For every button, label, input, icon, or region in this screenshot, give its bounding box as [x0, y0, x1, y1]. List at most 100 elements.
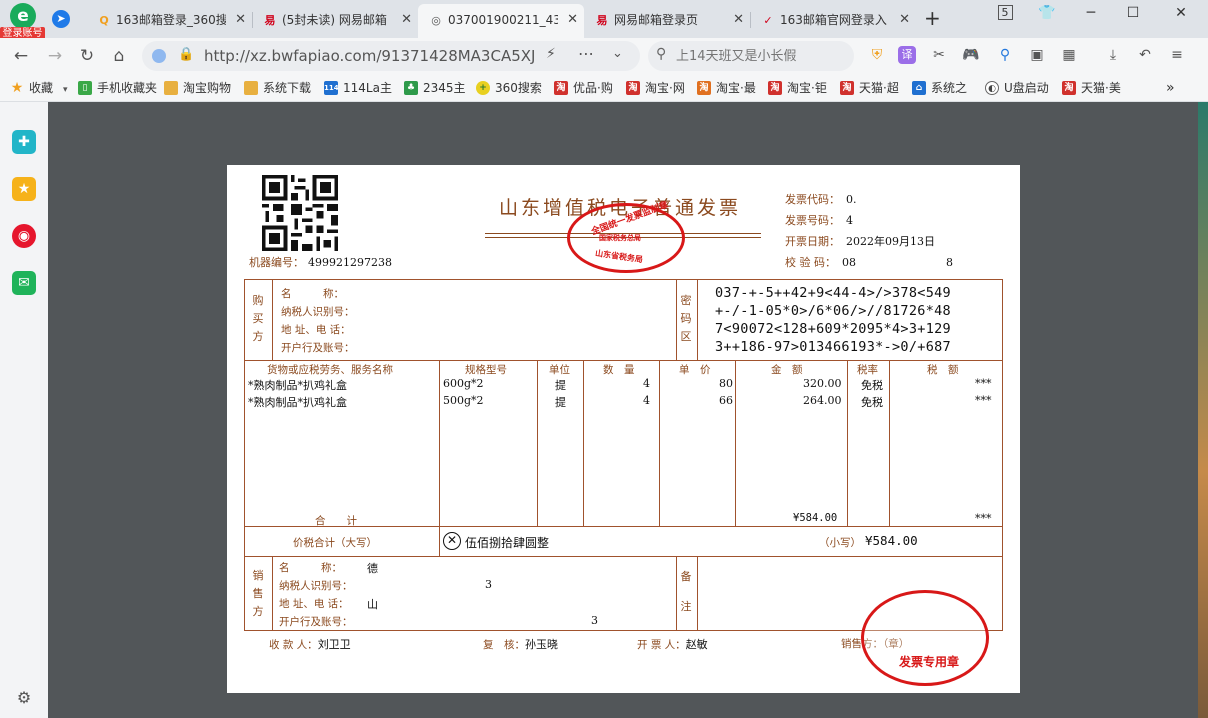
menu-icon[interactable]: ≡	[1166, 44, 1188, 66]
bookmark-item[interactable]: ▯ 手机收藏夹	[78, 79, 157, 97]
bookmark-overflow-button[interactable]: »	[1166, 79, 1175, 97]
address-bar[interactable]: 🔒 http://xz.bwfapiao.com/91371428MA3CA5X…	[142, 41, 640, 71]
window-close-button[interactable]: ✕	[1166, 2, 1196, 24]
game-icon[interactable]: 🎮	[960, 44, 982, 66]
tab-163-official[interactable]: ✓ 163邮箱官网登录入 ✕	[750, 4, 916, 38]
bookmark-item[interactable]: 淘天猫·美	[1062, 79, 1121, 97]
bookmark-item[interactable]: ♣ 2345主	[404, 79, 466, 97]
buyer-address-label: 地 址、电 话：	[281, 324, 351, 336]
bookmark-item[interactable]: 淘宝购物	[164, 79, 231, 97]
issuer-label: 开 票 人：	[637, 639, 686, 651]
bookmark-item[interactable]: ⌂ 系统之	[912, 79, 967, 97]
undo-icon[interactable]: ↶	[1134, 44, 1156, 66]
bookmark-item[interactable]: ★ 收藏 ▾	[10, 79, 68, 97]
meta-label: 发票号码：	[785, 214, 840, 227]
minimize-button[interactable]: ─	[1076, 2, 1106, 24]
forward-button[interactable]: →	[42, 44, 68, 68]
search-360-icon: Q	[99, 14, 109, 27]
bookmark-label: 收藏	[29, 81, 54, 95]
bookmark-item[interactable]: 114 114La主	[324, 79, 392, 97]
bookmark-item[interactable]: ◐ U盘启动	[985, 79, 1049, 97]
tax-seal-mid-text: 国家税务总局	[599, 234, 641, 242]
tab-netease-unread[interactable]: 易 (5封未读) 网易邮箱 ✕	[252, 4, 418, 38]
netease-icon: 易	[264, 14, 276, 27]
browser-logo[interactable]: e 登录账号	[0, 0, 48, 41]
remark-vlabel: 备	[680, 570, 692, 583]
translate-icon[interactable]: 译	[898, 46, 916, 64]
divider	[676, 556, 677, 631]
bookmark-label: 360搜索	[495, 81, 542, 95]
bookmark-item[interactable]: 淘天猫·超	[840, 79, 899, 97]
col-header-qty: 数 量	[603, 364, 635, 376]
taobao-icon: 淘	[626, 81, 640, 95]
plus-app-icon[interactable]: ✚	[12, 130, 36, 154]
tab-163-360[interactable]: Q 163邮箱登录_360搜 ✕	[86, 4, 252, 38]
bookmark-label: 手机收藏夹	[97, 81, 158, 95]
send-arrow-icon[interactable]: ➤	[52, 10, 70, 28]
bookmark-item[interactable]: 淘淘宝·网	[626, 79, 685, 97]
bookmark-label: 天猫·超	[859, 81, 899, 95]
close-icon[interactable]: ✕	[567, 4, 578, 36]
chevron-down-icon[interactable]: ▾	[63, 85, 68, 95]
chevron-down-icon[interactable]: ⌄	[612, 46, 623, 61]
tab-invoice-active[interactable]: ◎ 037001900211_43 ✕	[418, 4, 584, 38]
url-prefix: http://	[204, 47, 250, 65]
search-input[interactable]	[676, 46, 846, 66]
reload-button[interactable]: ↻	[74, 44, 100, 68]
globe-icon: ◎	[431, 14, 441, 27]
settings-gear-icon[interactable]: ⚙	[12, 686, 36, 710]
scissors-icon[interactable]: ✂	[928, 44, 950, 66]
bookmark-label: 2345主	[423, 81, 466, 95]
bookmark-item[interactable]: 淘淘宝·最	[697, 79, 756, 97]
tab-count-button[interactable]: 5	[990, 2, 1020, 24]
taobao-icon: 淘	[554, 81, 568, 95]
favorite-star-icon[interactable]: ★	[12, 177, 36, 201]
more-icon[interactable]: ⋯	[578, 44, 594, 63]
item-unit: 提	[555, 396, 566, 409]
download-icon[interactable]: ⤓	[1102, 44, 1124, 66]
new-tab-button[interactable]: +	[924, 6, 941, 30]
seal-text: 发票专用章	[899, 655, 960, 669]
maximize-button[interactable]: ☐	[1118, 2, 1148, 24]
bookmark-item[interactable]: +360搜索	[476, 79, 542, 97]
close-icon[interactable]: ✕	[733, 4, 744, 36]
skin-shirt-icon[interactable]: 👕	[1032, 2, 1062, 24]
bookmark-item[interactable]: 淘淘宝·钜	[768, 79, 827, 97]
col-header-amount: 金 额	[771, 364, 803, 376]
close-icon[interactable]: ✕	[235, 4, 246, 36]
bookmark-item[interactable]: 淘优品·购	[554, 79, 613, 97]
check-code-value: 08	[842, 256, 856, 269]
lightning-icon[interactable]: ⚡	[546, 46, 556, 62]
site-info-icon[interactable]	[152, 49, 166, 63]
back-button[interactable]: ←	[8, 44, 34, 68]
weibo-icon[interactable]: ◉	[12, 224, 36, 248]
home-button[interactable]: ⌂	[106, 44, 132, 68]
remark-vlabel: 注	[680, 600, 692, 613]
url-text[interactable]: http://xz.bwfapiao.com/91371428MA3CA5XJ7…	[204, 41, 534, 71]
shield-icon[interactable]: ⛨	[866, 44, 888, 66]
tmall-icon: 淘	[840, 81, 854, 95]
apps-grid-icon[interactable]: ▦	[1058, 44, 1080, 66]
close-icon[interactable]: ✕	[899, 4, 910, 36]
payee-value: 刘卫卫	[317, 638, 351, 651]
bookmark-label: 淘宝·网	[645, 81, 685, 95]
magnifier-icon[interactable]: ⚲	[994, 44, 1016, 66]
bookmark-label: 优品·购	[573, 81, 613, 95]
reviewer: 复 核：孙玉晓	[483, 636, 558, 652]
star-icon: ★	[10, 80, 24, 96]
insecure-lock-icon[interactable]: 🔒	[178, 47, 194, 62]
bookmark-label: 系统之	[931, 81, 968, 95]
sidebar-panel-icon[interactable]: ▣	[1026, 44, 1048, 66]
machine-no-value: 499921297238	[308, 256, 392, 269]
bookmark-label: 淘宝·钜	[787, 81, 827, 95]
search-box[interactable]: ⚲	[648, 41, 854, 71]
item-amount: 264.00	[803, 394, 842, 407]
close-icon[interactable]: ✕	[401, 4, 412, 36]
mail-icon[interactable]: ✉	[12, 271, 36, 295]
cipher-line: 037-+-5++42+9<44-4>/>378<549	[715, 285, 951, 301]
bookmark-item[interactable]: 系统下载	[244, 79, 311, 97]
tab-netease-login[interactable]: 易 网易邮箱登录页 ✕	[584, 4, 750, 38]
seller-taxid-partial: 3	[485, 578, 492, 591]
left-sidebar: ✚ ★ ◉ ✉ ⚙	[0, 102, 48, 718]
item-qty: 4	[643, 394, 650, 407]
